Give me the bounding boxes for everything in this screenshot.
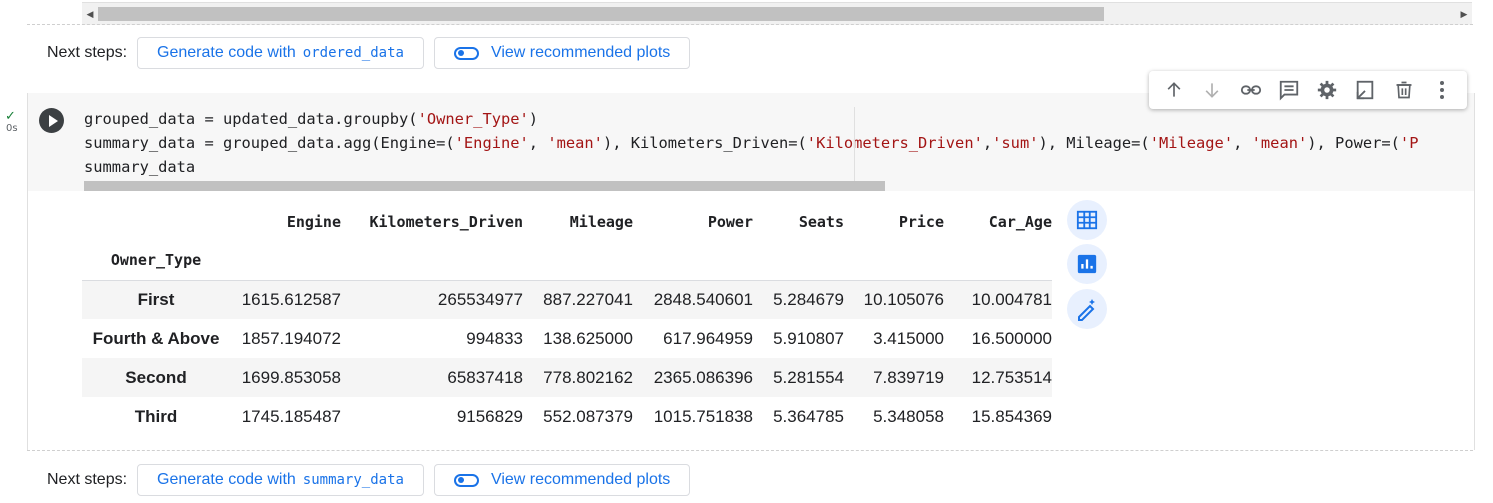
generate-with-ai-button[interactable]: [1067, 289, 1107, 329]
table-cell: 138.625000: [543, 328, 633, 348]
scroll-left-arrow-icon[interactable]: ◀: [82, 3, 98, 25]
generate-code-button[interactable]: Generate code with summary_data: [137, 464, 424, 496]
check-icon: ✓: [5, 108, 16, 123]
row-index: Fourth & Above: [92, 328, 220, 348]
table-cell: 5.910807: [773, 328, 844, 348]
generate-code-label: Generate code with: [157, 44, 296, 61]
table-cell: 5.281554: [773, 367, 844, 387]
generate-code-variable: summary_data: [302, 472, 404, 488]
next-steps-label: Next steps:: [47, 44, 128, 61]
column-header: Price: [898, 212, 944, 231]
toggle-icon: [453, 46, 479, 60]
table-cell: 1745.185487: [241, 406, 341, 426]
index-name: Owner_Type: [110, 251, 202, 270]
table-cell: 994833: [466, 328, 523, 348]
index-header-row: Owner_Type: [82, 241, 1052, 280]
row-index: First: [137, 289, 175, 309]
table-cell: 5.364785: [773, 406, 844, 426]
code-line-3: summary_data: [84, 158, 196, 176]
table-row: Second 1699.853058 65837418 778.802162 2…: [82, 358, 1052, 397]
generate-code-label: Generate code with: [157, 471, 296, 488]
run-cell-button[interactable]: [39, 108, 64, 133]
prev-next-steps-bar: Next steps: Generate code with ordered_d…: [47, 36, 691, 70]
code-line-1: grouped_data = updated_data.groupby('Own…: [84, 110, 539, 128]
table-cell: 5.284679: [773, 289, 844, 309]
divider: [27, 450, 1473, 451]
editor-ruler: [854, 107, 855, 191]
table-cell: 10.105076: [863, 289, 944, 309]
code-line-2: summary_data = grouped_data.agg(Engine=(…: [84, 134, 1419, 152]
generate-code-button[interactable]: Generate code with ordered_data: [137, 37, 424, 69]
arrow-down-icon[interactable]: [1198, 76, 1226, 104]
column-header: Car_Age: [988, 212, 1052, 231]
toggle-icon: [453, 473, 479, 487]
table-cell: 15.854369: [971, 406, 1052, 426]
play-icon: [48, 114, 58, 127]
next-steps-bar: Next steps: Generate code with summary_d…: [47, 463, 691, 497]
table-cell: 778.802162: [543, 367, 633, 387]
scrollbar-thumb[interactable]: [98, 7, 1104, 21]
table-cell: 887.227041: [543, 289, 633, 309]
table-cell: 1699.853058: [241, 367, 341, 387]
table-cell: 1015.751838: [653, 406, 753, 426]
next-steps-label: Next steps:: [47, 471, 128, 488]
link-icon[interactable]: [1237, 76, 1265, 104]
dataframe-table: Engine Kilometers_Driven Mileage Power S…: [82, 202, 1052, 436]
more-vert-icon[interactable]: [1428, 76, 1456, 104]
table-cell: 1857.194072: [241, 328, 341, 348]
table-row: Fourth & Above 1857.194072 994833 138.62…: [82, 319, 1052, 358]
magic-pen-icon: [1078, 299, 1095, 321]
table-cell: 16.500000: [971, 328, 1052, 348]
table-cell: 9156829: [456, 406, 523, 426]
column-header: Mileage: [569, 212, 633, 231]
convert-to-interactive-table-button[interactable]: [1067, 200, 1107, 240]
view-recommended-plots-button[interactable]: View recommended plots: [433, 464, 691, 496]
corner-cell: [82, 202, 230, 241]
row-index: Third: [134, 406, 178, 426]
generate-code-variable: ordered_data: [302, 45, 404, 61]
previous-output-scrollbar[interactable]: ◀ ▶: [82, 2, 1472, 25]
view-plots-label: View recommended plots: [490, 44, 671, 61]
table-cell: 2848.540601: [653, 289, 753, 309]
divider: [27, 24, 1473, 25]
gear-icon[interactable]: [1313, 76, 1341, 104]
column-header: Kilometers_Driven: [369, 212, 523, 231]
column-header: Power: [707, 212, 753, 231]
table-cell: 617.964959: [663, 328, 753, 348]
scroll-right-arrow-icon[interactable]: ▶: [1456, 3, 1472, 25]
trash-icon[interactable]: [1390, 76, 1418, 104]
table-row: First 1615.612587 265534977 887.227041 2…: [82, 280, 1052, 319]
table-cell: 5.348058: [873, 406, 944, 426]
view-recommended-plots-button[interactable]: View recommended plots: [433, 37, 691, 69]
table-cell: 2365.086396: [653, 367, 753, 387]
table-cell: 3.415000: [873, 328, 944, 348]
arrow-up-icon[interactable]: [1160, 76, 1188, 104]
table-cell: 12.753514: [971, 367, 1052, 387]
column-header: Engine: [286, 212, 341, 231]
cell-toolbar: [1149, 71, 1467, 109]
suggest-charts-button[interactable]: [1067, 244, 1107, 284]
table-cell: 7.839719: [873, 367, 944, 387]
code-editor[interactable]: grouped_data = updated_data.groupby('Own…: [84, 107, 1473, 179]
table-cell: 65837418: [447, 367, 523, 387]
open-in-tab-icon[interactable]: [1351, 76, 1379, 104]
row-index: Second: [125, 367, 187, 387]
table-cell: 10.004781: [971, 289, 1052, 309]
table-cell: 1615.612587: [241, 289, 341, 309]
view-plots-label: View recommended plots: [490, 471, 671, 488]
table-icon: [1076, 210, 1098, 230]
table-cell: 265534977: [437, 289, 523, 309]
column-header: Seats: [798, 212, 844, 231]
table-row: Third 1745.185487 9156829 552.087379 101…: [82, 397, 1052, 436]
table-header-row: Engine Kilometers_Driven Mileage Power S…: [82, 202, 1052, 241]
table-cell: 552.087379: [543, 406, 633, 426]
chart-icon: [1077, 254, 1097, 274]
comment-icon[interactable]: [1275, 76, 1303, 104]
execution-time: 0s: [6, 123, 18, 134]
code-horizontal-scrollbar[interactable]: [84, 181, 885, 191]
